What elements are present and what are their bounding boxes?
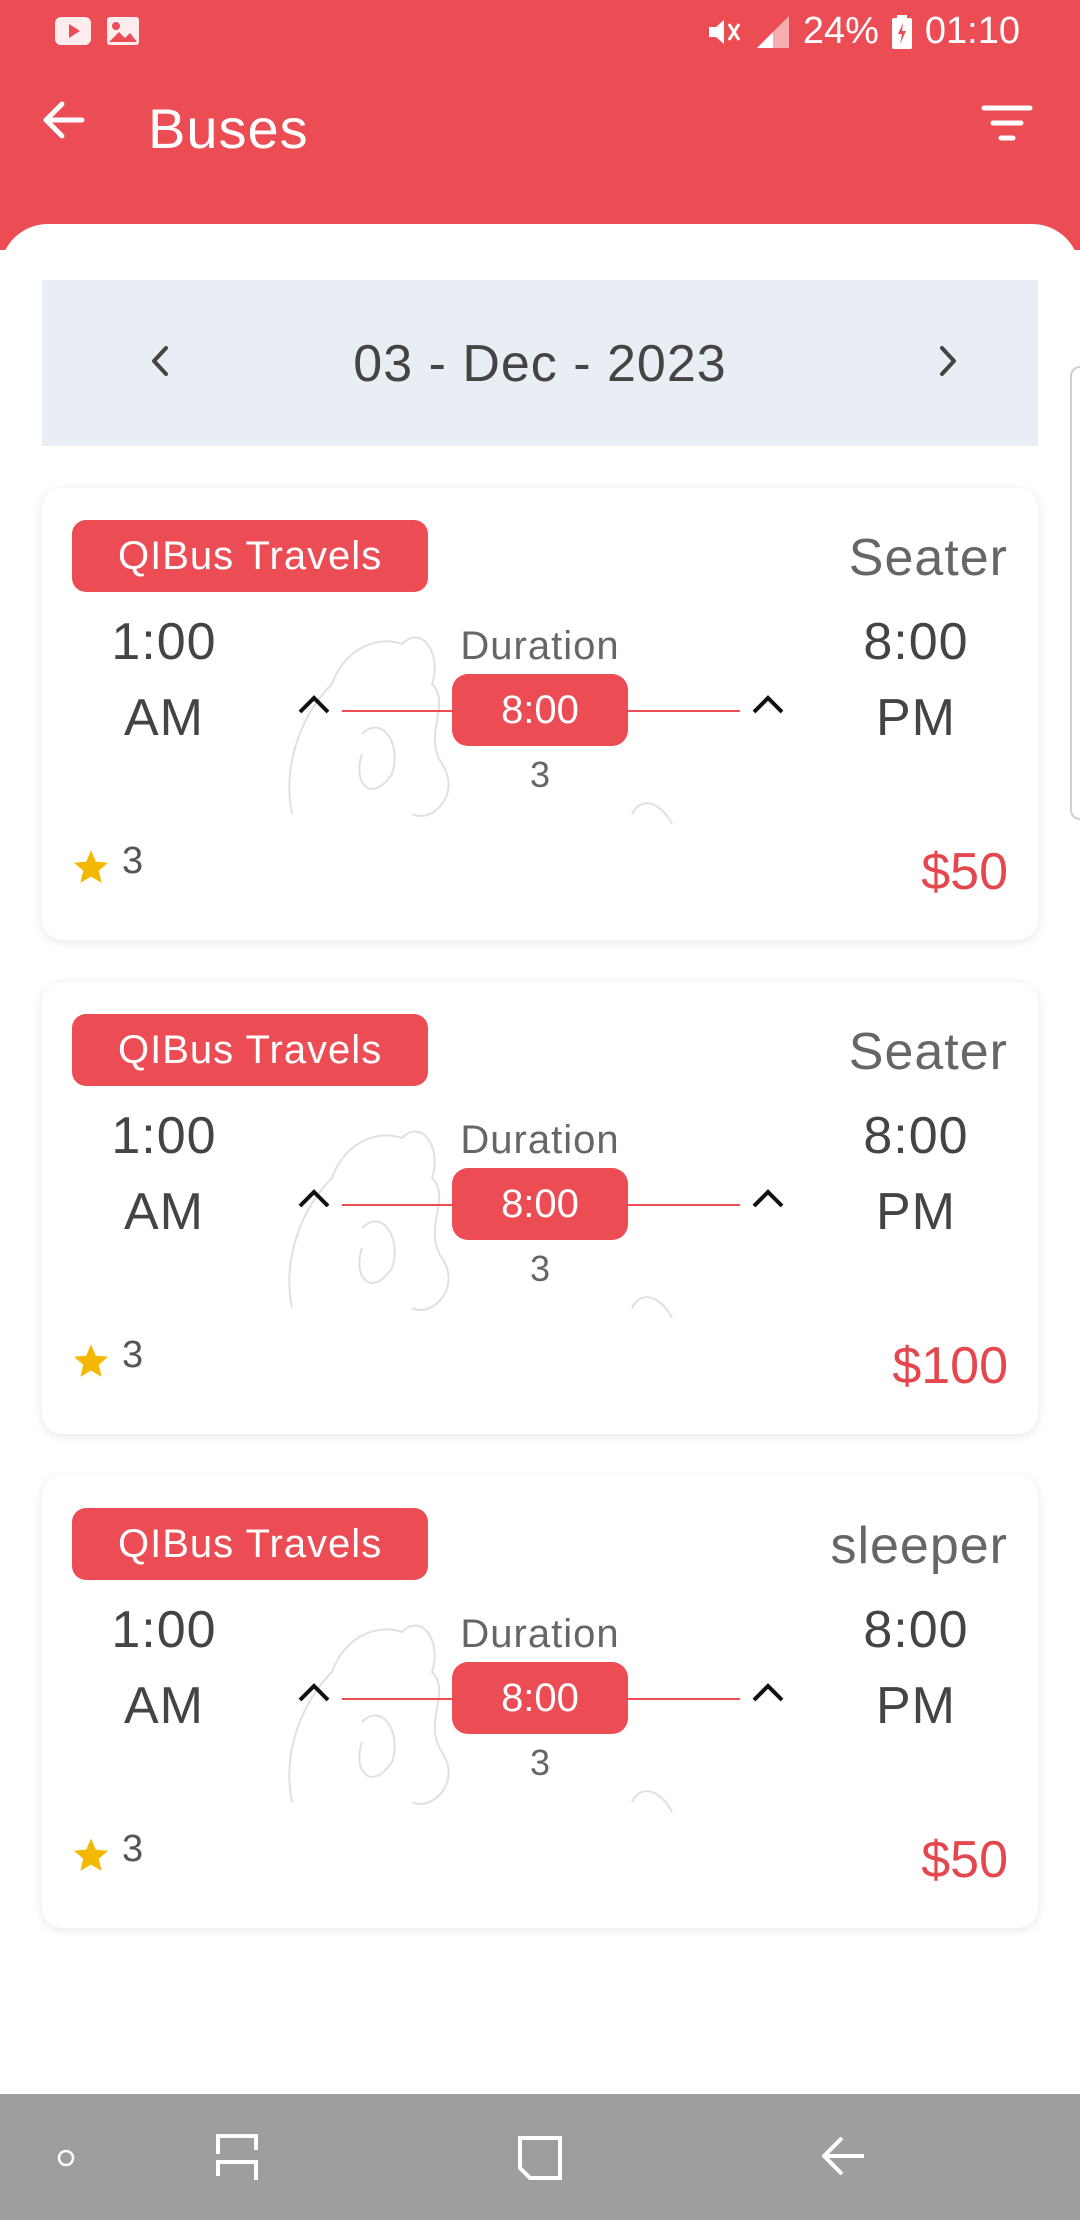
rating-value: 3 xyxy=(122,1828,144,1870)
toolbar: Buses xyxy=(0,66,1080,196)
route-line xyxy=(628,710,740,712)
filter-icon[interactable] xyxy=(980,102,1034,146)
star-icon xyxy=(73,1344,109,1377)
bus-card[interactable]: QIBus Travels Seater 1:00 AM Duration 8:… xyxy=(42,488,1038,940)
youtube-notification-icon xyxy=(55,17,91,45)
departure-time-period: AM xyxy=(124,1677,204,1735)
operator-badge: QIBus Travels xyxy=(72,1014,429,1086)
chevron-up-icon xyxy=(298,695,330,714)
stops-count: 3 xyxy=(529,1248,551,1289)
chevron-up-icon xyxy=(298,1683,330,1702)
bus-type: Seater xyxy=(848,529,1008,587)
clock: 01:10 xyxy=(924,10,1020,52)
duration-badge: 8:00 xyxy=(452,1168,628,1240)
duration-badge: 8:00 xyxy=(452,1662,628,1734)
route-line xyxy=(342,710,452,712)
arrival-time: 8:00 PM xyxy=(826,1098,1006,1250)
mute-icon xyxy=(708,19,741,44)
route-line xyxy=(342,1204,452,1206)
status-bar: 24% 01:10 xyxy=(0,0,1080,66)
route-line xyxy=(342,1698,452,1700)
selected-date: 03 - Dec - 2023 xyxy=(353,335,727,393)
rating-value: 3 xyxy=(122,840,144,882)
chevron-up-icon xyxy=(752,1189,784,1208)
rating-value: 3 xyxy=(122,1334,144,1376)
operator-badge: QIBus Travels xyxy=(72,520,429,592)
bus-card[interactable]: QIBus Travels sleeper 1:00 AM Duration 8… xyxy=(42,1476,1038,1928)
star-icon xyxy=(73,850,109,883)
price: $50 xyxy=(921,1831,1008,1889)
duration-badge: 8:00 xyxy=(452,674,628,746)
side-panel-handle[interactable] xyxy=(1070,366,1080,820)
bus-type: sleeper xyxy=(830,1517,1008,1575)
arrival-time-period: PM xyxy=(876,1183,956,1241)
battery-percent: 24% xyxy=(802,10,879,52)
arrival-time-value: 8:00 xyxy=(863,613,969,671)
back-nav-icon[interactable] xyxy=(818,2126,868,2186)
chevron-right-icon[interactable] xyxy=(928,336,968,386)
arrival-time-period: PM xyxy=(876,1677,956,1735)
notification-icons xyxy=(54,16,140,46)
arrival-time-period: PM xyxy=(876,689,956,747)
route-line xyxy=(628,1204,740,1206)
stops-count: 3 xyxy=(529,754,551,795)
bus-card[interactable]: QIBus Travels Seater 1:00 AM Duration 8:… xyxy=(42,982,1038,1434)
chevron-up-icon xyxy=(298,1189,330,1208)
chevron-up-icon xyxy=(752,1683,784,1702)
chevron-up-icon xyxy=(752,695,784,714)
price: $50 xyxy=(921,843,1008,901)
signal-icon xyxy=(756,15,789,48)
route-line xyxy=(628,1698,740,1700)
arrival-time: 8:00 PM xyxy=(826,604,1006,756)
battery-icon xyxy=(891,14,912,49)
arrow-left-icon[interactable] xyxy=(38,94,90,146)
star-icon xyxy=(73,1838,109,1871)
gallery-notification-icon xyxy=(107,17,139,45)
arrival-time-value: 8:00 xyxy=(863,1601,969,1659)
dot-icon[interactable] xyxy=(56,2148,76,2168)
departure-time-period: AM xyxy=(124,689,204,747)
app-header: 24% 01:10 Buses xyxy=(0,0,1080,250)
system-nav-bar xyxy=(0,2094,1080,2220)
home-icon[interactable] xyxy=(516,2126,564,2186)
page-title: Buses xyxy=(148,97,309,160)
price: $100 xyxy=(892,1337,1008,1395)
arrival-time: 8:00 PM xyxy=(826,1592,1006,1744)
departure-time-period: AM xyxy=(124,1183,204,1241)
operator-badge: QIBus Travels xyxy=(72,1508,429,1580)
date-selector: 03 - Dec - 2023 xyxy=(42,280,1038,446)
bus-type: Seater xyxy=(848,1023,1008,1081)
arrival-time-value: 8:00 xyxy=(863,1107,969,1165)
stops-count: 3 xyxy=(529,1742,551,1783)
recent-apps-icon[interactable] xyxy=(212,2126,262,2186)
